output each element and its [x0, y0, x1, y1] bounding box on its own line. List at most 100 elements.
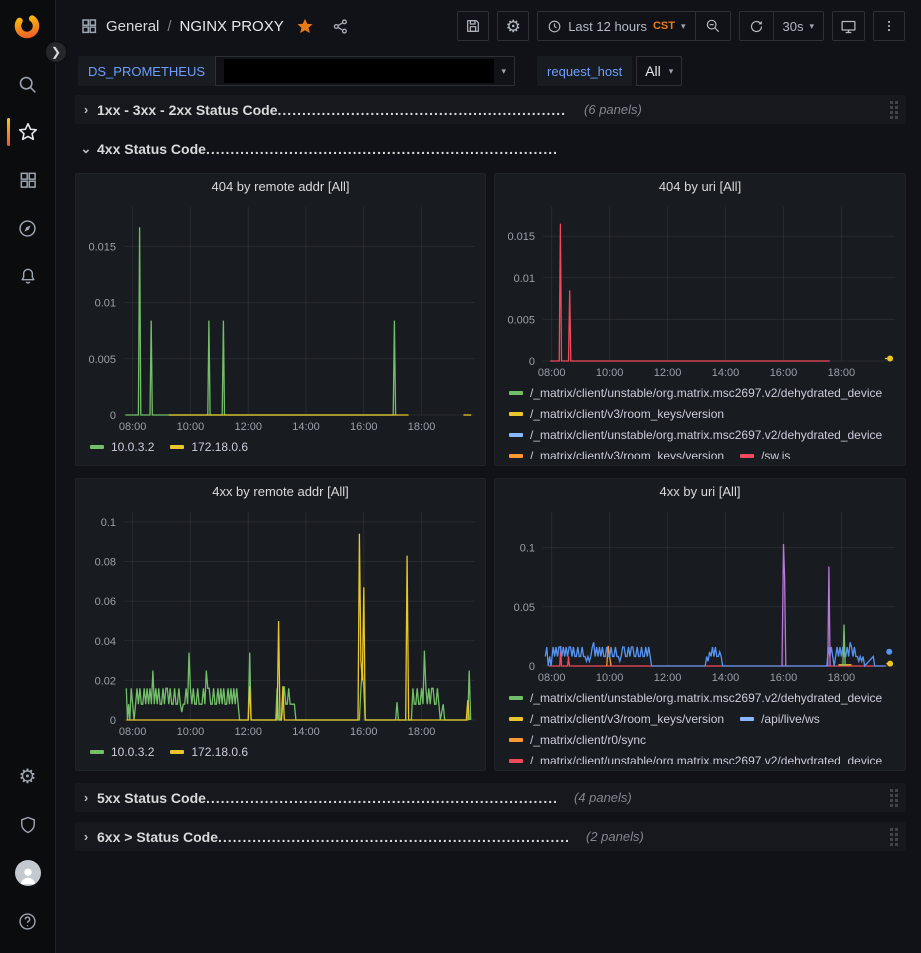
svg-text:0.015: 0.015	[507, 231, 535, 243]
legend-item[interactable]: 172.18.0.6	[170, 742, 248, 761]
grafana-logo-icon[interactable]	[13, 12, 41, 40]
legend-item[interactable]: /sw.js	[740, 446, 790, 459]
legend-label: /_matrix/client/v3/room_keys/version	[530, 712, 724, 726]
legend-label: 10.0.3.2	[111, 440, 154, 454]
svg-text:0.005: 0.005	[507, 314, 535, 326]
svg-text:0.02: 0.02	[95, 675, 116, 687]
chevron-down-icon: ▾	[681, 21, 686, 32]
svg-text:0.015: 0.015	[88, 241, 116, 253]
legend-item[interactable]: 10.0.3.2	[90, 742, 154, 761]
panel-title[interactable]: 404 by uri [All]	[495, 174, 905, 199]
save-dashboard-button[interactable]	[457, 11, 489, 41]
legend-item[interactable]: /_matrix/client/r0/sync	[509, 730, 646, 749]
panel-title[interactable]: 4xx by remote addr [All]	[76, 479, 485, 504]
sidebar-item-configuration[interactable]: ⚙	[0, 753, 55, 801]
chart-4xx-by-uri[interactable]: 08:0010:0012:0014:0016:0018:0000.050.1	[495, 504, 905, 686]
sidebar-item-help[interactable]	[0, 897, 55, 945]
request-host-variable-label[interactable]: request_host	[537, 56, 632, 86]
chart-404-by-uri[interactable]: 08:0010:0012:0014:0016:0018:0000.0050.01…	[495, 199, 905, 381]
legend-item[interactable]: 172.18.0.6	[170, 437, 248, 456]
gear-icon: ⚙	[19, 767, 37, 787]
zoom-out-time-button[interactable]	[696, 12, 730, 40]
sidebar-item-dashboards[interactable]	[0, 156, 55, 204]
sidebar-item-starred[interactable]	[0, 108, 55, 156]
panel-grid: 404 by remote addr [All] 08:0010:0012:00…	[75, 173, 906, 771]
kebab-menu-button[interactable]	[873, 11, 905, 41]
sidebar-item-explore[interactable]	[0, 204, 55, 252]
svg-text:18:00: 18:00	[408, 726, 436, 738]
dashboard-settings-button[interactable]: ⚙	[497, 11, 529, 41]
row-panel-count: (6 panels)	[584, 102, 642, 117]
row-drag-handle[interactable]	[890, 789, 898, 807]
avatar	[15, 860, 41, 886]
refresh-interval-select[interactable]: 30s ▾	[774, 12, 824, 40]
svg-text:12:00: 12:00	[234, 726, 262, 738]
legend-label: /_matrix/client/unstable/org.matrix.msc2…	[530, 428, 882, 442]
panel-title[interactable]: 4xx by uri [All]	[495, 479, 905, 504]
legend-item[interactable]: /_matrix/client/v3/room_keys/version	[509, 404, 724, 423]
breadcrumb-dashboard-title[interactable]: NGINX PROXY	[180, 18, 284, 35]
time-range-button[interactable]: Last 12 hours CST ▾	[538, 12, 694, 40]
svg-text:10:00: 10:00	[596, 672, 624, 684]
svg-text:08:00: 08:00	[119, 726, 147, 738]
legend-item[interactable]: /_matrix/client/v3/room_keys/version	[509, 709, 724, 728]
share-icon[interactable]	[332, 18, 349, 35]
datasource-select[interactable]: ▾	[215, 56, 515, 86]
svg-text:14:00: 14:00	[712, 672, 740, 684]
sidebar-item-search[interactable]	[0, 60, 55, 108]
legend-item[interactable]: /_matrix/client/unstable/org.matrix.msc2…	[509, 425, 882, 444]
sidebar-item-profile[interactable]	[0, 849, 55, 897]
row-header-1xx-3xx-2xx[interactable]: › 1xx - 3xx - 2xx Status Code ..........…	[75, 95, 906, 124]
chart-4xx-by-remote-addr[interactable]: 08:0010:0012:0014:0016:0018:0000.020.040…	[76, 504, 485, 740]
svg-text:10:00: 10:00	[177, 421, 205, 433]
row-header-4xx[interactable]: ⌄ 4xx Status Code ......................…	[75, 134, 906, 163]
svg-text:18:00: 18:00	[828, 672, 856, 684]
sidebar-item-alerting[interactable]	[0, 252, 55, 300]
breadcrumb-divider: /	[167, 18, 171, 35]
legend-item[interactable]: /_matrix/client/v3/room_keys/version	[509, 446, 724, 459]
sidebar-expand-button[interactable]: ❯	[45, 41, 67, 63]
row-title: 5xx Status Code	[97, 790, 206, 806]
bell-icon	[18, 266, 38, 286]
row-header-5xx[interactable]: › 5xx Status Code ......................…	[75, 783, 906, 812]
tv-mode-button[interactable]	[832, 11, 865, 41]
request-host-value: All	[645, 63, 661, 79]
svg-text:12:00: 12:00	[654, 367, 682, 379]
refresh-interval-label: 30s	[783, 19, 804, 34]
star-filled-icon[interactable]	[296, 17, 314, 35]
timezone-label: CST	[653, 20, 675, 32]
gear-icon: ⚙	[506, 18, 521, 35]
legend-item[interactable]: /api/live/ws	[740, 709, 820, 728]
svg-text:16:00: 16:00	[350, 726, 378, 738]
svg-text:0.005: 0.005	[88, 354, 116, 366]
svg-text:18:00: 18:00	[828, 367, 856, 379]
row-title-dots: ........................................…	[206, 141, 556, 157]
svg-text:10:00: 10:00	[177, 726, 205, 738]
svg-text:0.08: 0.08	[95, 557, 116, 569]
svg-text:0.1: 0.1	[101, 517, 116, 529]
row-header-6xx[interactable]: › 6xx > Status Code ....................…	[75, 822, 906, 851]
legend-swatch	[509, 433, 523, 437]
datasource-variable-label[interactable]: DS_PROMETHEUS	[78, 56, 215, 86]
legend-label: 172.18.0.6	[191, 745, 248, 759]
chart-404-by-remote-addr[interactable]: 08:0010:0012:0014:0016:0018:0000.0050.01…	[76, 199, 485, 435]
panel-title[interactable]: 404 by remote addr [All]	[76, 174, 485, 199]
row-drag-handle[interactable]	[890, 828, 898, 846]
row-drag-handle[interactable]	[890, 101, 898, 119]
legend-item[interactable]: /_matrix/client/unstable/org.matrix.msc2…	[509, 751, 882, 764]
svg-text:14:00: 14:00	[712, 367, 740, 379]
breadcrumb-section[interactable]: General	[106, 18, 159, 35]
request-host-select[interactable]: All ▾	[636, 56, 682, 86]
svg-text:0.04: 0.04	[95, 636, 116, 648]
legend-item[interactable]: 10.0.3.2	[90, 437, 154, 456]
svg-text:12:00: 12:00	[234, 421, 262, 433]
legend-label: /_matrix/client/unstable/org.matrix.msc2…	[530, 691, 882, 705]
legend-item[interactable]: /_matrix/client/unstable/org.matrix.msc2…	[509, 688, 882, 707]
star-outline-icon	[17, 121, 39, 143]
svg-text:18:00: 18:00	[408, 421, 436, 433]
sidebar-item-server-admin[interactable]	[0, 801, 55, 849]
refresh-button[interactable]	[740, 12, 773, 40]
svg-text:08:00: 08:00	[119, 421, 147, 433]
row-panel-count: (4 panels)	[574, 790, 632, 805]
legend-item[interactable]: /_matrix/client/unstable/org.matrix.msc2…	[509, 383, 882, 402]
